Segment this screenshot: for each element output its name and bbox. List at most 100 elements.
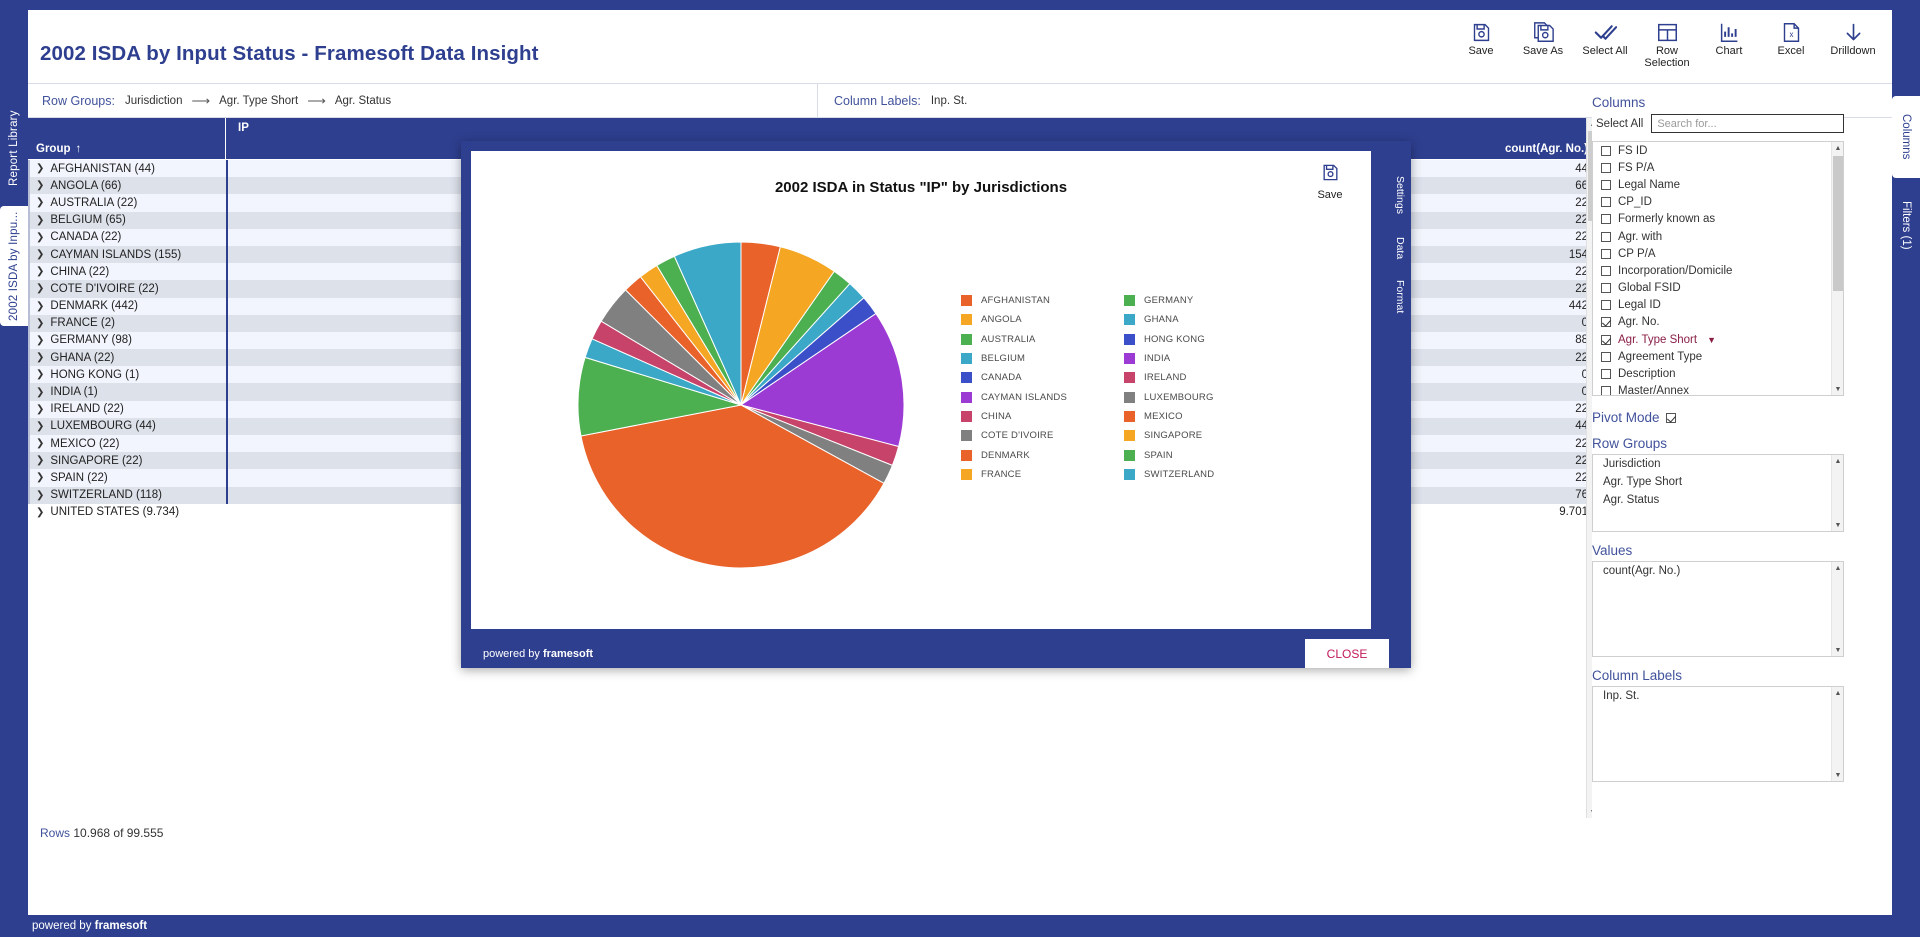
legend-item[interactable]: SWITZERLAND <box>1124 465 1279 484</box>
column-labels-scrollbar[interactable]: ▲ ▼ <box>1831 687 1843 781</box>
column-list-item[interactable]: Incorporation/Domicile <box>1593 262 1843 279</box>
expand-chevron-icon[interactable]: ❯ <box>36 163 44 174</box>
table-cell-group[interactable]: ❯ FRANCE (2) <box>28 314 226 332</box>
legend-item[interactable]: GERMANY <box>1124 291 1279 310</box>
table-cell-group[interactable]: ❯ DENMARK (442) <box>28 297 226 315</box>
legend-item[interactable]: MEXICO <box>1124 407 1279 426</box>
filter-icon[interactable]: ▼ <box>1707 335 1716 345</box>
grid-header-ip[interactable]: IP <box>226 118 1598 138</box>
values-box[interactable]: count(Agr. No.) ▲ ▼ <box>1592 561 1844 657</box>
row-group-item[interactable]: Jurisdiction <box>1593 455 1843 473</box>
column-list-item[interactable]: Legal Name <box>1593 176 1843 193</box>
column-list-item[interactable]: Agr. with <box>1593 228 1843 245</box>
table-cell-group[interactable]: ❯ GHANA (22) <box>28 349 226 367</box>
save-as-button[interactable]: Save As <box>1512 18 1574 69</box>
tab-filters[interactable]: Filters (1) <box>1892 184 1920 266</box>
columns-search-input[interactable] <box>1651 114 1844 133</box>
columns-list-scrollbar[interactable]: ▲ ▼ <box>1831 142 1843 395</box>
legend-item[interactable]: SINGAPORE <box>1124 426 1279 445</box>
values-scrollbar[interactable]: ▲ ▼ <box>1831 562 1843 656</box>
table-cell-group[interactable]: ❯ SINGAPORE (22) <box>28 452 226 470</box>
row-selection-button[interactable]: Row Selection <box>1636 18 1698 69</box>
expand-chevron-icon[interactable]: ❯ <box>36 180 44 191</box>
row-group-item[interactable]: Agr. Status <box>1593 491 1843 509</box>
legend-item[interactable]: SPAIN <box>1124 445 1279 464</box>
row-groups-box[interactable]: Jurisdiction Agr. Type Short Agr. Status ▲… <box>1592 454 1844 532</box>
column-list-item[interactable]: Global FSID <box>1593 280 1843 297</box>
drilldown-button[interactable]: Drilldown <box>1822 18 1884 69</box>
table-cell-group[interactable]: ❯ MEXICO (22) <box>28 435 226 453</box>
columns-select-all[interactable]: Select All <box>1596 118 1643 130</box>
column-list-item[interactable]: Description <box>1593 365 1843 382</box>
table-cell-group[interactable]: ❯ AFGHANISTAN (44) <box>28 160 226 178</box>
column-checkbox[interactable] <box>1601 317 1611 328</box>
table-cell-group[interactable]: ❯ ANGOLA (66) <box>28 177 226 195</box>
column-checkbox[interactable] <box>1601 162 1611 173</box>
tab-chart-data[interactable]: Data <box>1389 231 1411 265</box>
tab-report-library[interactable]: Report Library <box>0 96 28 200</box>
scroll-down-icon[interactable]: ▼ <box>1832 519 1843 531</box>
legend-item[interactable]: CAYMAN ISLANDS <box>961 387 1116 406</box>
tab-current-report[interactable]: 2002 ISDA by Inpu... <box>0 206 28 326</box>
legend-item[interactable]: AFGHANISTAN <box>961 291 1116 310</box>
expand-chevron-icon[interactable]: ❯ <box>36 215 44 226</box>
row-group-chip-agr-status[interactable]: Agr. Status <box>335 95 391 107</box>
column-list-item[interactable]: CP_ID <box>1593 194 1843 211</box>
scroll-down-icon[interactable]: ▼ <box>1832 769 1843 781</box>
expand-chevron-icon[interactable]: ❯ <box>36 490 44 501</box>
column-checkbox[interactable] <box>1601 179 1611 190</box>
save-button[interactable]: Save <box>1450 18 1512 69</box>
legend-item[interactable]: ANGOLA <box>961 310 1116 329</box>
scroll-down-icon[interactable]: ▼ <box>1832 383 1843 395</box>
table-cell-group[interactable]: ❯ CHINA (22) <box>28 263 226 281</box>
column-labels-box[interactable]: Inp. St. ▲ ▼ <box>1592 686 1844 782</box>
excel-button[interactable]: x Excel <box>1760 18 1822 69</box>
chart-button[interactable]: Chart <box>1698 18 1760 69</box>
pivot-mode-row[interactable]: Pivot Mode <box>1592 410 1844 425</box>
expand-chevron-icon[interactable]: ❯ <box>36 455 44 466</box>
table-cell-group[interactable]: ❯ HONG KONG (1) <box>28 366 226 384</box>
scroll-up-icon[interactable]: ▲ <box>1832 455 1843 467</box>
table-cell-group[interactable]: ❯ COTE D'IVOIRE (22) <box>28 280 226 298</box>
sort-ascending-icon[interactable]: ↑ <box>76 143 82 155</box>
legend-item[interactable]: LUXEMBOURG <box>1124 387 1279 406</box>
scroll-up-icon[interactable]: ▲ <box>1832 562 1843 574</box>
column-label-item[interactable]: Inp. St. <box>1593 687 1843 705</box>
table-cell-group[interactable]: ❯ INDIA (1) <box>28 383 226 401</box>
expand-chevron-icon[interactable]: ❯ <box>36 335 44 346</box>
table-cell-group[interactable]: ❯ CAYMAN ISLANDS (155) <box>28 245 226 264</box>
column-checkbox[interactable] <box>1601 231 1611 242</box>
expand-chevron-icon[interactable]: ❯ <box>36 249 44 260</box>
column-list-item[interactable]: Agreement Type <box>1593 348 1843 365</box>
value-item[interactable]: count(Agr. No.) <box>1593 562 1843 580</box>
legend-item[interactable]: IRELAND <box>1124 368 1279 387</box>
column-label-chip-inp-st[interactable]: Inp. St. <box>931 95 967 107</box>
legend-item[interactable]: CANADA <box>961 368 1116 387</box>
table-cell-group[interactable]: ❯ GERMANY (98) <box>28 331 226 350</box>
expand-chevron-icon[interactable]: ❯ <box>36 266 44 277</box>
column-checkbox[interactable] <box>1601 369 1611 380</box>
column-list-item[interactable]: Legal ID <box>1593 297 1843 314</box>
tab-chart-format[interactable]: Format <box>1389 273 1411 321</box>
column-list-item[interactable]: CP P/A <box>1593 245 1843 262</box>
select-all-button[interactable]: Select All <box>1574 18 1636 69</box>
table-cell-group[interactable]: ❯ AUSTRALIA (22) <box>28 194 226 212</box>
expand-chevron-icon[interactable]: ❯ <box>36 283 44 294</box>
tab-columns[interactable]: Columns <box>1892 96 1920 178</box>
column-checkbox[interactable] <box>1601 265 1611 276</box>
legend-item[interactable]: GHANA <box>1124 310 1279 329</box>
table-cell-group[interactable]: ❯ UNITED STATES (9.734) <box>28 503 226 521</box>
column-checkbox[interactable] <box>1601 300 1611 311</box>
column-list-item[interactable]: Formerly known as <box>1593 211 1843 228</box>
table-cell-group[interactable]: ❯ SPAIN (22) <box>28 469 226 487</box>
tab-chart-settings[interactable]: Settings <box>1389 169 1411 221</box>
columns-list[interactable]: FS ID FS P/A Legal Name CP_ID Formerly known… <box>1592 141 1844 396</box>
legend-item[interactable]: DENMARK <box>961 445 1116 464</box>
row-groups-scrollbar[interactable]: ▲ ▼ <box>1831 455 1843 531</box>
table-cell-group[interactable]: ❯ BELGIUM (65) <box>28 211 226 229</box>
row-group-item[interactable]: Agr. Type Short <box>1593 473 1843 491</box>
legend-item[interactable]: HONG KONG <box>1124 330 1279 349</box>
grid-header-group[interactable]: Group ↑ <box>28 138 226 159</box>
row-group-chip-agr-type-short[interactable]: Agr. Type Short <box>219 95 298 107</box>
table-cell-group[interactable]: ❯ CANADA (22) <box>28 228 226 246</box>
